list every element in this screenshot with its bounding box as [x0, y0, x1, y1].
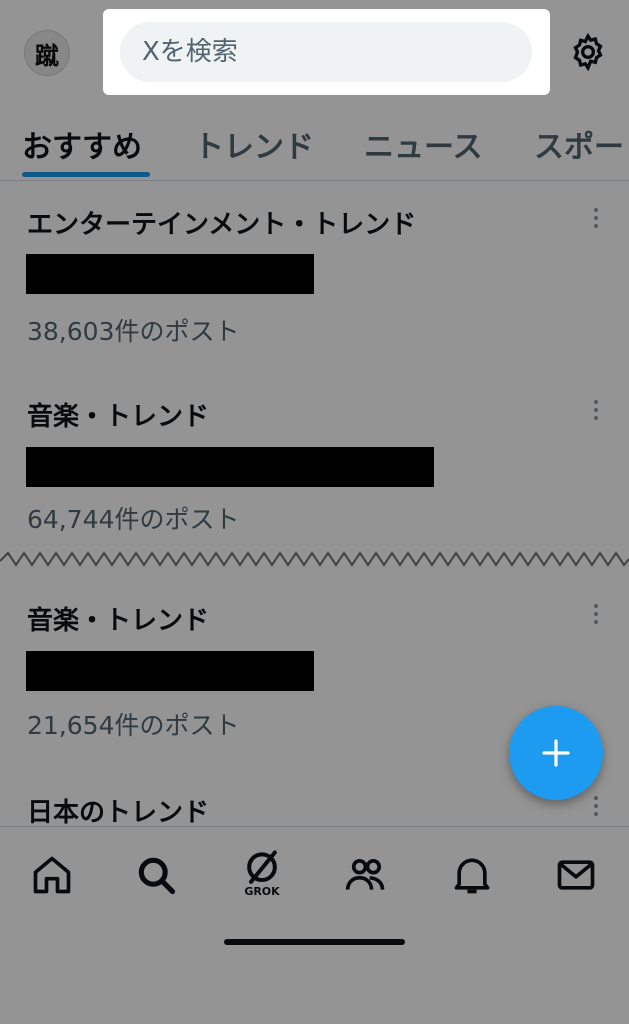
trend-item[interactable]: 音楽・トレンド 64,744件のポスト	[0, 396, 629, 546]
notifications-icon[interactable]	[450, 853, 494, 897]
compose-post-button[interactable]	[509, 706, 603, 800]
trend-category: 日本のトレンド	[27, 798, 210, 826]
search-input[interactable]	[120, 22, 532, 82]
messages-icon[interactable]	[554, 853, 598, 897]
trend-category: 音楽・トレンド	[27, 402, 210, 432]
bottom-navigation: GROK	[0, 826, 629, 1024]
redacted-trend-title	[26, 651, 314, 691]
screenshot-cut-divider	[0, 551, 629, 567]
gear-icon[interactable]	[568, 32, 608, 72]
trend-post-count: 38,603件のポスト	[27, 317, 240, 346]
home-indicator	[224, 939, 405, 945]
more-options-icon[interactable]	[586, 208, 606, 236]
app-screen: 蹴 おすすめ トレンド ニュース スポー エンターテインメント・トレンド 38,…	[0, 0, 629, 1024]
search-icon[interactable]	[134, 853, 178, 897]
home-icon[interactable]	[30, 853, 74, 897]
avatar[interactable]: 蹴	[24, 30, 70, 76]
header: 蹴	[0, 0, 629, 104]
trend-item[interactable]: エンターテインメント・トレンド 38,603件のポスト	[0, 204, 629, 354]
tab-osusume[interactable]: おすすめ	[22, 122, 142, 166]
active-tab-indicator	[22, 172, 150, 177]
grok-label: GROK	[244, 885, 280, 898]
tab-sports[interactable]: スポー	[534, 122, 624, 166]
communities-icon[interactable]	[344, 853, 388, 897]
redacted-trend-title	[26, 447, 434, 487]
redacted-trend-title	[26, 254, 314, 294]
tab-news[interactable]: ニュース	[364, 122, 483, 166]
avatar-text: 蹴	[35, 40, 59, 70]
plus-icon	[542, 739, 570, 767]
trend-post-count: 64,744件のポスト	[27, 505, 240, 534]
more-options-icon[interactable]	[586, 796, 606, 824]
trend-category: エンターテインメント・トレンド	[27, 210, 417, 240]
trend-category: 音楽・トレンド	[27, 606, 210, 636]
more-options-icon[interactable]	[586, 400, 606, 428]
tab-trend[interactable]: トレンド	[194, 122, 314, 166]
trend-post-count: 21,654件のポスト	[27, 711, 240, 740]
trend-item[interactable]: 日本のトレンド	[0, 792, 629, 826]
search-box	[103, 9, 550, 95]
more-options-icon[interactable]	[586, 604, 606, 632]
tab-bar: おすすめ トレンド ニュース スポー	[0, 104, 629, 181]
